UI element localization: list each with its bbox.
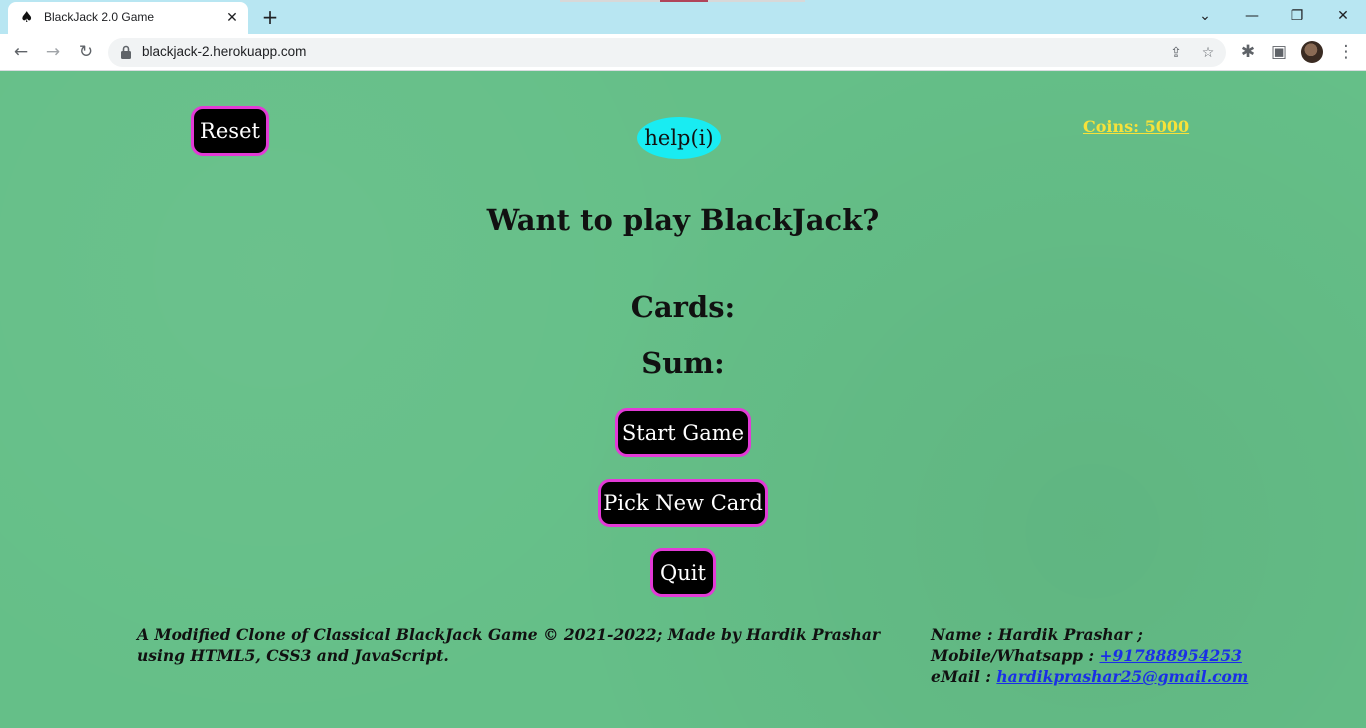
tab-title: BlackJack 2.0 Game	[44, 10, 155, 24]
extensions-puzzle-icon[interactable]: ✱	[1235, 39, 1261, 65]
game-message: Want to play BlackJack?	[486, 203, 880, 237]
tab-search-icon[interactable]: ⌄	[1191, 4, 1219, 28]
email-link[interactable]: hardikprashar25@gmail.com	[996, 667, 1248, 686]
help-button[interactable]: help(i)	[637, 117, 721, 159]
sum-label: Sum:	[641, 346, 725, 380]
menu-dots-icon[interactable]: ⋮	[1333, 39, 1359, 65]
back-arrow-icon[interactable]: ←	[8, 39, 34, 65]
quit-button[interactable]: Quit	[650, 548, 716, 597]
bookmark-star-icon[interactable]: ☆	[1197, 42, 1219, 64]
pick-new-card-button[interactable]: Pick New Card	[598, 479, 768, 527]
footer-contact: Name : Hardik Prashar ; Mobile/Whatsapp …	[931, 624, 1331, 687]
reload-icon[interactable]: ↻	[73, 39, 99, 65]
mobile-label: Mobile/Whatsapp :	[931, 646, 1095, 665]
cards-label: Cards:	[630, 290, 736, 324]
email-label: eMail :	[931, 667, 991, 686]
browser-tab[interactable]: ♠ BlackJack 2.0 Game ✕	[8, 2, 248, 34]
side-panel-icon[interactable]: ▣	[1266, 39, 1292, 65]
tabstrip-indicator	[560, 0, 805, 2]
url-text: blackjack-2.herokuapp.com	[142, 44, 307, 59]
minimize-button[interactable]: —	[1238, 4, 1266, 28]
reset-button[interactable]: Reset	[191, 106, 269, 156]
spade-icon: ♠	[20, 8, 34, 26]
contact-email-row: eMail : hardikprashar25@gmail.com	[931, 666, 1331, 687]
footer-credit: A Modified Clone of Classical BlackJack …	[137, 625, 881, 665]
tab-close-icon[interactable]: ✕	[222, 8, 242, 28]
address-bar[interactable]: blackjack-2.herokuapp.com ⇪ ☆	[108, 38, 1226, 67]
contact-mobile-row: Mobile/Whatsapp : +917888954253	[931, 645, 1331, 666]
coins-display[interactable]: Coins: 5000	[1083, 117, 1189, 136]
browser-titlebar: ♠ BlackJack 2.0 Game ✕ + ⌄ — ❐ ✕	[0, 0, 1366, 34]
close-window-button[interactable]: ✕	[1329, 4, 1357, 28]
start-game-button[interactable]: Start Game	[615, 408, 751, 457]
restore-button[interactable]: ❐	[1283, 4, 1311, 28]
forward-arrow-icon[interactable]: →	[40, 39, 66, 65]
profile-avatar[interactable]	[1301, 41, 1323, 63]
new-tab-button[interactable]: +	[258, 5, 282, 29]
lock-icon	[121, 45, 131, 59]
contact-name: Name : Hardik Prashar ;	[931, 625, 1143, 644]
browser-toolbar: ← → ↻ blackjack-2.herokuapp.com ⇪ ☆ ✱ ▣ …	[0, 34, 1366, 71]
mobile-link[interactable]: +917888954253	[1099, 646, 1241, 665]
share-icon[interactable]: ⇪	[1165, 42, 1187, 64]
